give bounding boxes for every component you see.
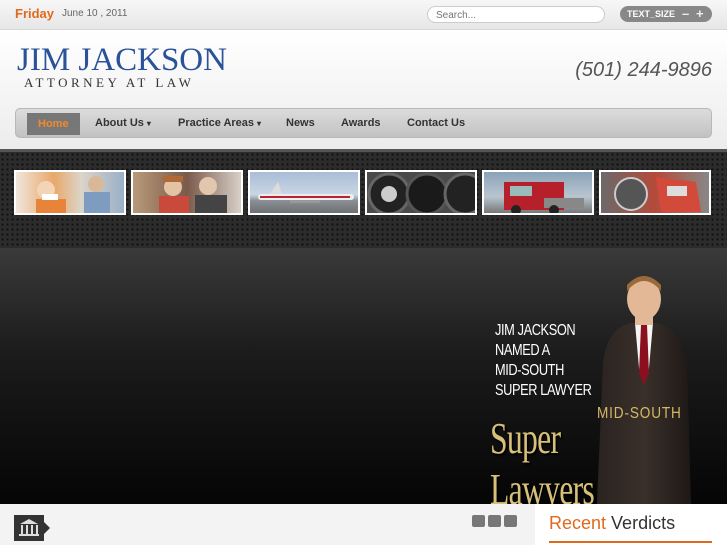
nav-home[interactable]: Home	[27, 113, 80, 135]
hero-line-3: MID-SOUTH	[495, 362, 564, 379]
logo-subtitle: ATTORNEY AT LAW	[24, 75, 195, 90]
nav-about-us[interactable]: About Us ▾	[95, 109, 151, 137]
chevron-down-icon: ▾	[257, 119, 262, 128]
search-input[interactable]	[427, 6, 605, 23]
recent-verdicts-heading: Recent Verdicts	[549, 513, 675, 534]
thumb-injury[interactable]	[14, 170, 126, 215]
thumb-tires[interactable]	[365, 170, 477, 215]
injury-image	[36, 176, 110, 213]
thumb-elderly-couple[interactable]	[131, 170, 243, 215]
thumb-car-wreck[interactable]	[599, 170, 711, 215]
date-label: June 10 , 2011	[62, 8, 128, 19]
airplane-image	[258, 182, 354, 203]
car-wreck-image	[614, 177, 701, 212]
chevron-down-icon: ▾	[146, 119, 151, 128]
truck-image	[504, 182, 584, 213]
phone-number: (501) 244-9896	[575, 59, 712, 81]
text-size-control: TEXT_SIZE – +	[620, 6, 712, 22]
nav-contact-us[interactable]: Contact Us	[407, 109, 465, 137]
print-icon[interactable]	[488, 515, 501, 527]
hero-line-4: SUPER LAWYER	[495, 382, 592, 399]
tires-image	[367, 172, 475, 213]
recent-word: Recent	[549, 513, 607, 533]
nav-practice-areas-label: Practice Areas	[178, 117, 255, 129]
couple-image	[159, 176, 227, 213]
top-bar: Friday June 10 , 2011 TEXT_SIZE – +	[0, 0, 727, 30]
day-label: Friday	[15, 6, 55, 21]
nav-practice-areas[interactable]: Practice Areas ▾	[178, 109, 261, 137]
decrease-text-size-button[interactable]: –	[682, 6, 689, 22]
nav-news[interactable]: News	[286, 109, 315, 137]
increase-text-size-button[interactable]: +	[696, 6, 704, 22]
verdicts-word: Verdicts	[606, 513, 676, 533]
nav-awards[interactable]: Awards	[341, 109, 381, 137]
hero-line-2: NAMED A	[495, 342, 550, 359]
hero-banner: JIM JACKSON NAMED A MID-SOUTH SUPER LAWY…	[0, 248, 727, 514]
text-size-label: TEXT_SIZE	[627, 9, 676, 19]
thumb-airplane[interactable]	[248, 170, 360, 215]
main-nav: Home About Us ▾ Practice Areas ▾ News Awar…	[15, 108, 712, 138]
header: JIM JACKSON ATTORNEY AT LAW (501) 244-98…	[0, 31, 727, 149]
comment-icon[interactable]	[472, 515, 485, 527]
email-icon[interactable]	[504, 515, 517, 527]
hero-headline: JIM JACKSON NAMED A MID-SOUTH SUPER LAWY…	[495, 321, 592, 401]
logo-name[interactable]: JIM JACKSON	[17, 42, 227, 79]
courthouse-icon[interactable]	[14, 515, 50, 541]
super-lawyers-logo: Super Lawyers	[490, 414, 595, 514]
thumb-truck[interactable]	[482, 170, 594, 215]
heading-underline	[549, 541, 712, 543]
hero-line-1: JIM JACKSON	[495, 322, 576, 339]
nav-about-us-label: About Us	[95, 117, 144, 129]
photo-gallery	[0, 149, 727, 248]
